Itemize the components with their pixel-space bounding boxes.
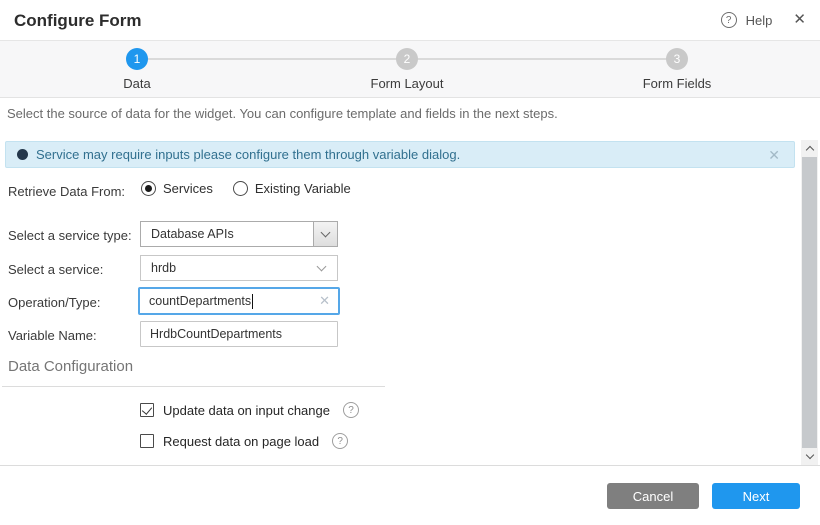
chevron-down-icon bbox=[805, 451, 813, 459]
step-3-circle[interactable]: 3 bbox=[666, 48, 688, 70]
operation-type-field: ✕ bbox=[138, 287, 340, 315]
clear-input-icon[interactable]: ✕ bbox=[319, 293, 330, 309]
service-select[interactable]: hrdb bbox=[140, 255, 338, 281]
help-button[interactable]: Help bbox=[746, 13, 773, 28]
variable-name-input[interactable] bbox=[141, 322, 337, 346]
update-data-label: Update data on input change bbox=[163, 403, 330, 418]
radio-existing-variable[interactable]: Existing Variable bbox=[233, 181, 351, 196]
step-description: Select the source of data for the widget… bbox=[7, 106, 747, 121]
request-data-checkbox-row: Request data on page load ? bbox=[140, 433, 348, 449]
next-button[interactable]: Next bbox=[712, 483, 800, 509]
operation-type-label: Operation/Type: bbox=[8, 295, 101, 310]
help-icon: ? bbox=[721, 12, 737, 28]
footer-divider bbox=[0, 465, 820, 466]
retrieve-data-label: Retrieve Data From: bbox=[8, 184, 125, 199]
request-data-label: Request data on page load bbox=[163, 434, 319, 449]
step-3-number: 3 bbox=[674, 52, 681, 66]
request-data-help-icon[interactable]: ? bbox=[332, 433, 348, 449]
service-label: Select a service: bbox=[8, 262, 103, 277]
radio-existing-variable-control[interactable] bbox=[233, 181, 248, 196]
chevron-up-icon bbox=[805, 146, 813, 154]
scroll-up-button[interactable] bbox=[801, 141, 818, 156]
request-data-checkbox[interactable] bbox=[140, 434, 154, 448]
vertical-scrollbar[interactable] bbox=[801, 140, 818, 465]
radio-services-label: Services bbox=[163, 181, 213, 196]
alert-message: Service may require inputs please config… bbox=[36, 147, 460, 162]
step-1-circle[interactable]: 1 bbox=[126, 48, 148, 70]
section-divider bbox=[2, 386, 385, 387]
scroll-down-button[interactable] bbox=[801, 449, 818, 464]
text-cursor bbox=[252, 294, 253, 309]
radio-services[interactable]: Services bbox=[141, 181, 213, 196]
close-icon[interactable]: ✕ bbox=[793, 12, 806, 28]
alert-close-icon[interactable]: ✕ bbox=[768, 147, 780, 164]
step-2-number: 2 bbox=[404, 52, 411, 66]
step-2-label: Form Layout bbox=[352, 76, 462, 91]
step-3-label: Form Fields bbox=[622, 76, 732, 91]
update-data-checkbox[interactable] bbox=[140, 403, 154, 417]
service-type-value: Database APIs bbox=[151, 227, 234, 241]
retrieve-radio-group: Services Existing Variable bbox=[141, 181, 351, 196]
variable-name-field bbox=[140, 321, 338, 347]
radio-selected-dot bbox=[145, 185, 152, 192]
dialog-title: Configure Form bbox=[14, 11, 142, 31]
info-alert: Service may require inputs please config… bbox=[5, 141, 795, 168]
update-data-help-icon[interactable]: ? bbox=[343, 402, 359, 418]
configure-form-dialog: Configure Form ? Help ✕ 1 2 3 Data Form … bbox=[0, 0, 820, 525]
radio-services-control[interactable] bbox=[141, 181, 156, 196]
update-data-checkbox-row: Update data on input change ? bbox=[140, 402, 359, 418]
service-type-label: Select a service type: bbox=[8, 228, 132, 243]
step-wizard: 1 2 3 Data Form Layout Form Fields bbox=[0, 41, 820, 98]
cancel-button[interactable]: Cancel bbox=[607, 483, 699, 509]
operation-type-input[interactable] bbox=[140, 289, 338, 313]
info-icon bbox=[17, 149, 28, 160]
data-configuration-heading: Data Configuration bbox=[8, 358, 133, 375]
chevron-down-icon bbox=[317, 262, 327, 272]
step-2-circle[interactable]: 2 bbox=[396, 48, 418, 70]
chevron-down-icon bbox=[321, 228, 331, 238]
dialog-header: Configure Form ? Help ✕ bbox=[0, 0, 820, 41]
radio-existing-variable-label: Existing Variable bbox=[255, 181, 351, 196]
service-type-select[interactable]: Database APIs bbox=[140, 221, 338, 247]
step-1-number: 1 bbox=[134, 52, 141, 66]
variable-name-label: Variable Name: bbox=[8, 328, 97, 343]
scrollbar-thumb[interactable] bbox=[802, 157, 817, 448]
step-1-label: Data bbox=[82, 76, 192, 91]
service-type-dropdown-button[interactable] bbox=[313, 222, 337, 246]
service-value: hrdb bbox=[151, 261, 176, 275]
